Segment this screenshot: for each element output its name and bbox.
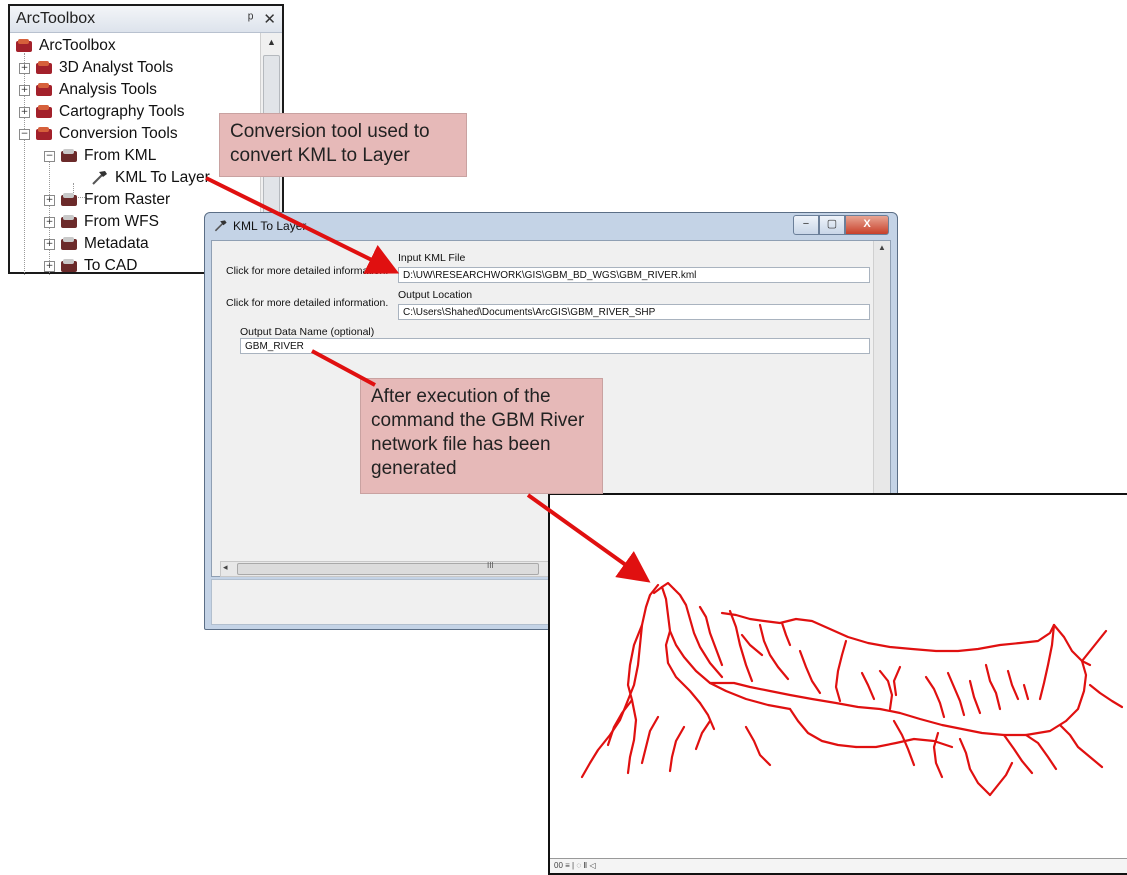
tree-item-from-kml[interactable]: − From KML	[44, 145, 156, 167]
expand-icon[interactable]: +	[44, 194, 55, 206]
output-name-field[interactable]: GBM_RIVER	[240, 338, 870, 354]
toolbox-icon	[34, 126, 54, 142]
tree-item-label: Metadata	[84, 235, 149, 252]
scroll-left-icon[interactable]: ◂	[223, 562, 228, 573]
map-status-bar: 00 ≡ | ◌ Ⅱ ◁	[550, 858, 1127, 873]
input-kml-field[interactable]: D:\UW\RESEARCHWORK\GIS\GBM_BD_WGS\GBM_RI…	[398, 267, 870, 283]
help-link[interactable]: Click for more detailed information.	[226, 297, 388, 309]
expand-icon[interactable]: +	[44, 238, 55, 250]
arctoolbox-title-bar: ArcToolbox ᵖ ✕	[10, 6, 282, 33]
tree-item-label: Analysis Tools	[59, 81, 157, 98]
tree-item-3d-analyst-tools[interactable]: + 3D Analyst Tools	[19, 57, 173, 79]
callout-conversion-tool: Conversion tool used to convert KML to L…	[219, 113, 467, 177]
maximize-button[interactable]: ▢	[819, 215, 845, 235]
pin-icon[interactable]: ᵖ	[248, 10, 254, 28]
tree-item-label: 3D Analyst Tools	[59, 59, 174, 76]
toolset-icon	[59, 148, 79, 164]
tree-item-conversion-tools[interactable]: − Conversion Tools	[19, 123, 178, 145]
tree-item-label: KML To Layer	[115, 169, 210, 186]
tree-item-label: From Raster	[84, 191, 171, 208]
minimize-button[interactable]: −	[793, 215, 819, 235]
dialog-title: KML To Layer	[233, 219, 307, 233]
close-icon[interactable]: ✕	[263, 10, 276, 28]
tree-item-label: From KML	[84, 147, 157, 164]
river-lines	[580, 581, 1124, 797]
collapse-icon[interactable]: −	[19, 128, 30, 140]
help-link[interactable]: Click for more detailed information.	[226, 265, 388, 277]
callout-execution-result: After execution of the command the GBM R…	[360, 378, 603, 494]
tree-item-label: Cartography Tools	[59, 103, 185, 120]
toolset-icon	[59, 192, 79, 208]
expand-icon[interactable]: +	[19, 62, 30, 74]
tree-item-kml-to-layer[interactable]: KML To Layer	[90, 167, 210, 189]
dialog-hscrollbar[interactable]: ◂ III	[220, 561, 562, 577]
toolbox-icon	[34, 60, 54, 76]
tree-item-from-raster[interactable]: + From Raster	[44, 189, 170, 211]
output-location-field[interactable]: C:\Users\Shahed\Documents\ArcGIS\GBM_RIV…	[398, 304, 870, 320]
tree-item-metadata[interactable]: + Metadata	[44, 233, 149, 255]
river-network-map	[580, 581, 1124, 797]
toolbox-icon	[14, 38, 34, 54]
output-name-label: Output Data Name (optional)	[240, 326, 375, 338]
toolset-icon	[59, 236, 79, 252]
arctoolbox-title: ArcToolbox	[16, 10, 96, 27]
toolbox-icon	[34, 82, 54, 98]
map-window[interactable]: 00 ≡ | ◌ Ⅱ ◁	[548, 493, 1127, 875]
tree-item-label: Conversion Tools	[59, 125, 178, 142]
tree-root-arctoolbox[interactable]: ArcToolbox	[14, 35, 116, 57]
tree-item-cartography-tools[interactable]: + Cartography Tools	[19, 101, 185, 123]
tree-item-analysis-tools[interactable]: + Analysis Tools	[19, 79, 157, 101]
expand-icon[interactable]: +	[44, 260, 55, 272]
expand-icon[interactable]: +	[19, 84, 30, 96]
tree-item-label: To CAD	[84, 257, 138, 274]
expand-icon[interactable]: +	[44, 216, 55, 228]
toolbox-icon	[34, 104, 54, 120]
hammer-icon	[92, 171, 107, 185]
expand-icon[interactable]: +	[19, 106, 30, 118]
toolset-icon	[59, 214, 79, 230]
toolset-icon	[59, 258, 79, 274]
scroll-thumb[interactable]	[237, 563, 539, 575]
output-location-label: Output Location	[398, 289, 473, 301]
scroll-up-icon[interactable]: ▲	[874, 243, 890, 252]
input-kml-label: Input KML File	[398, 252, 466, 264]
tree-item-label: ArcToolbox	[39, 37, 116, 54]
scroll-up-icon[interactable]: ▲	[261, 33, 282, 51]
close-button[interactable]: X	[845, 215, 889, 235]
hammer-icon	[214, 220, 227, 232]
tree-item-from-wfs[interactable]: + From WFS	[44, 211, 159, 233]
collapse-icon[interactable]: −	[44, 150, 55, 162]
tree-item-label: From WFS	[84, 213, 159, 230]
scroll-grip: III	[487, 561, 494, 570]
tree-item-to-cad[interactable]: + To CAD	[44, 255, 137, 277]
